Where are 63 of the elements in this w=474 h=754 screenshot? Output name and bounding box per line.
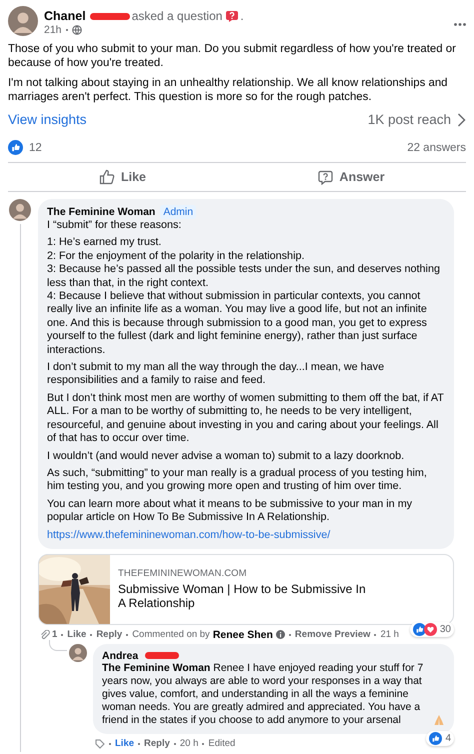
thumb-icon — [98, 169, 115, 185]
comment-time[interactable]: 21 h — [380, 629, 399, 640]
avatar — [8, 6, 38, 36]
article-link[interactable]: https://www.thefemininewoman.com/how-to-be-submissive/ — [47, 528, 445, 542]
answer-button[interactable]: Answer — [237, 163, 466, 191]
reply-link[interactable]: Reply — [96, 629, 122, 640]
commented-by-label: Commented on by — [132, 629, 210, 640]
link-preview-card[interactable]: THEFEMININEWOMAN.COM Submissive Woman | How to be Submissive In A Relationship — [38, 554, 454, 625]
reply-text: The Feminine Woman Renee I have enjoyed reading your stuff for 7 years now, you always are able to word your responses in a way that gives value, comfort, and understanding in all the ways a feminine woman needs. You are greatly admired and appreciated. You have a friend in the states if you choose to add anymore to your arsenal — [102, 662, 424, 727]
reaction-count: 4 — [445, 733, 451, 744]
comment-text: I wouldn’t (and would never advise a woman to) submit to a lazy doorknob. — [47, 450, 406, 463]
avatar — [69, 644, 87, 662]
commenter-link[interactable]: Renee Shen — [212, 628, 273, 641]
comment-text: But I don’t think most men are worthy of women submitting to them off the bat, if AT ALL. For a man to be worthy of submitting to, he needs to be very intelligent, resourceful, and genuine about investing in you and caring about your feelings. All of that has to occur over time. — [47, 392, 445, 446]
comment-text: I “submit” for these reasons: — [47, 219, 182, 232]
attachment-count: 1 — [52, 629, 58, 640]
insights-link[interactable]: View insights — [8, 112, 87, 127]
period-text: . — [240, 9, 244, 23]
reactions-badge[interactable]: 30 — [410, 622, 454, 638]
list-item: 2: For the enjoyment of the polarity in the relationship. — [47, 250, 306, 264]
reply-link[interactable]: Reply — [144, 738, 170, 750]
like-link[interactable]: Like — [67, 629, 86, 640]
post-time[interactable]: 21h — [44, 24, 62, 36]
replier-name[interactable]: Andrea — [102, 650, 138, 662]
like-link[interactable]: Like — [115, 738, 134, 750]
love-icon — [424, 623, 437, 636]
redaction-mark — [90, 12, 130, 20]
site-domain: THEFEMININEWOMAN.COM — [118, 568, 248, 580]
chevron-icon — [457, 112, 466, 126]
reaction-count: 30 — [440, 624, 451, 636]
answer-count[interactable]: 22 answers — [407, 142, 466, 154]
edited-label: Edited — [208, 738, 236, 750]
avatar — [9, 199, 31, 221]
list-item: 4: Because I believe that without submission in particular contexts, you cannot really live an infinite life as a woman. You may live a good life, but not an infinite one. And this is because through submission to a good man, you get to express yourself to the fullest (dark and light feminine energy), rather than just surface interactions. — [47, 290, 428, 358]
article-title: Submissive Woman | How to be Submissive In A Relationship — [118, 582, 367, 610]
like-button[interactable]: Like — [8, 163, 237, 191]
comment-text: I don’t submit to my man all the way through the day...I mean, we have responsibilities and a family to raise and feed. — [47, 361, 386, 388]
list-item: 1: He’s earned my trust. — [47, 236, 162, 250]
post-reach: 1K post reach — [368, 112, 451, 127]
commenter-name[interactable]: The Feminine Woman — [47, 206, 156, 218]
list-item: 3: Because he’s passed all the possible tests under the sun, and deserves nothing less than that, in the right context. — [47, 263, 441, 290]
like-icon — [429, 732, 442, 746]
admin-badge: Admin — [160, 205, 196, 219]
remove-preview-link[interactable]: Remove Preview — [294, 629, 370, 640]
tag-icon — [95, 738, 105, 749]
question-icon — [226, 10, 238, 22]
post-text: I'm not talking about staying in an unhealthy relationship. We all know relationships and marriages aren't perfect. This question is more so for the rough patches. — [8, 76, 449, 104]
post-text: Those of you who submit to your man. Do you submit regardless of how you're treated or because of how you're treated. — [8, 42, 457, 70]
like-icon — [412, 623, 426, 636]
redaction-mark — [145, 652, 180, 660]
attachment-icon — [40, 630, 50, 640]
globe-icon — [72, 25, 82, 35]
answer-icon — [318, 170, 334, 184]
action-text: asked a question — [132, 9, 222, 23]
like-icon — [8, 140, 23, 155]
author-name[interactable]: Chanel — [44, 9, 86, 23]
reply-time[interactable]: 20 h — [180, 738, 198, 750]
reaction-count[interactable]: 12 — [29, 142, 42, 154]
info-icon — [276, 630, 285, 640]
reactions-badge[interactable]: 4 — [426, 731, 454, 746]
comment-text: As such, “submitting” to your man really is a gradual process of you testing him, him testing you, and you growing more open and trusting of him over time. — [47, 466, 428, 494]
comment-text: You can learn more about what it means to be submissive to your man in my popular article on How To Be Submissive In A Relationship. — [47, 498, 414, 525]
more-icon — [454, 23, 466, 26]
